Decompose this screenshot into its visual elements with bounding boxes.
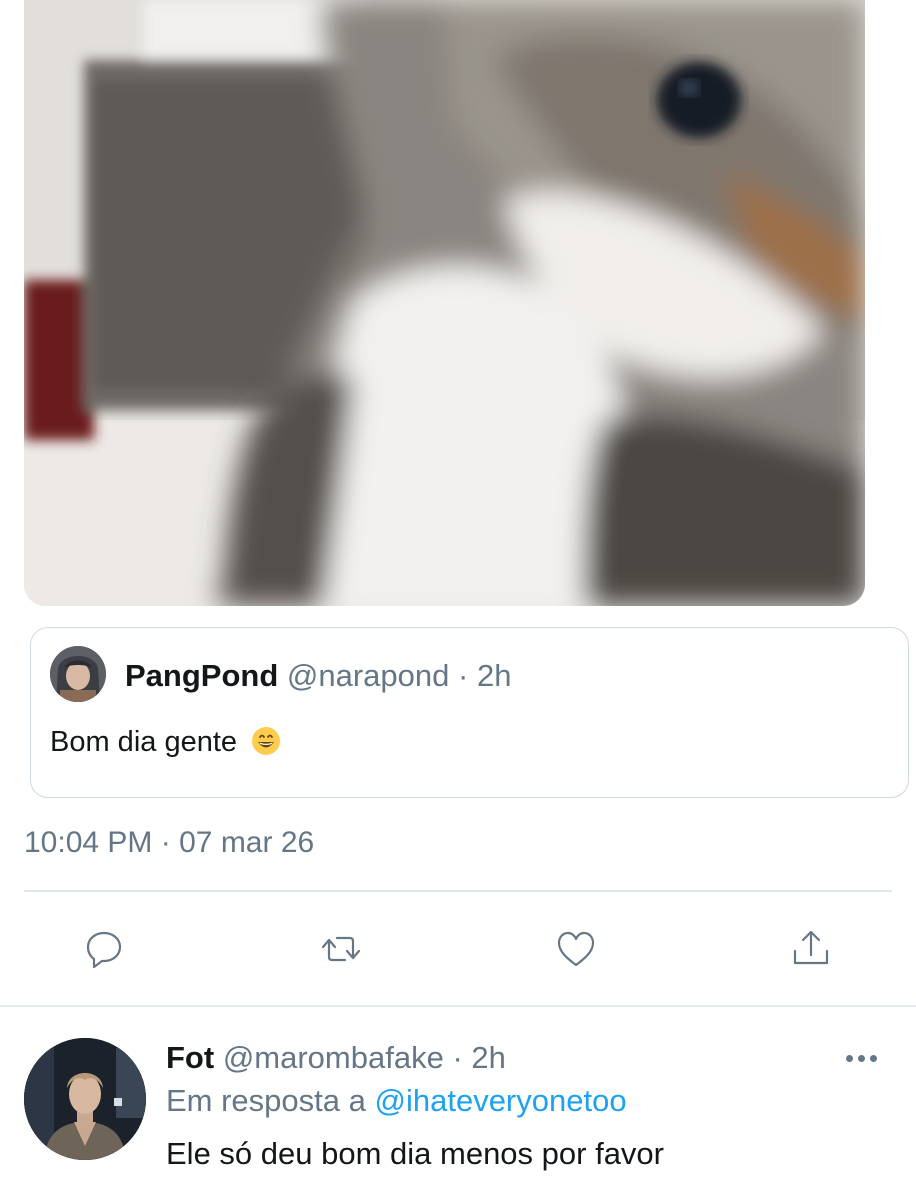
reply-time: 2h xyxy=(471,1040,506,1075)
quoted-time: 2h xyxy=(476,658,512,693)
reply-icon xyxy=(86,931,122,969)
tweet-timestamp[interactable]: 10:04 PM · 07 mar 26 xyxy=(24,826,314,860)
like-button[interactable] xyxy=(552,925,600,973)
share-icon xyxy=(793,930,829,965)
reply-separator: · xyxy=(452,1040,463,1075)
reply-header: Fot @marombafake · 2h xyxy=(166,1040,506,1076)
reply-display-name[interactable]: Fot xyxy=(166,1040,214,1075)
retweet-icon xyxy=(321,936,361,962)
avatar-photo-icon xyxy=(50,646,106,702)
quoted-handle[interactable]: @narapond xyxy=(287,658,449,693)
more-dot-icon xyxy=(846,1054,853,1062)
divider xyxy=(24,890,892,892)
more-dot-icon xyxy=(870,1054,877,1062)
tweet-time: 10:04 PM xyxy=(24,826,153,859)
reply-avatar[interactable] xyxy=(24,1038,146,1160)
cat-photo xyxy=(24,0,865,606)
quoted-tweet-header: PangPond @narapond · 2h xyxy=(125,658,511,694)
more-options-button[interactable] xyxy=(846,1046,886,1070)
quoted-display-name[interactable]: PangPond xyxy=(125,658,278,693)
share-button[interactable] xyxy=(787,925,835,973)
reply-text: Ele só deu bom dia menos por favor xyxy=(166,1136,664,1171)
like-icon xyxy=(557,931,595,967)
replying-to-line: Em resposta a @ihateveryonetoo xyxy=(166,1083,627,1119)
replying-prefix: Em resposta a xyxy=(166,1083,366,1118)
timestamp-separator: · xyxy=(160,826,171,859)
replying-to-mention[interactable]: @ihateveryonetoo xyxy=(375,1083,627,1118)
quoted-text: Bom dia gente xyxy=(50,726,238,758)
retweet-button[interactable] xyxy=(317,925,365,973)
quoted-avatar[interactable] xyxy=(50,646,106,702)
more-dot-icon xyxy=(858,1054,865,1062)
grinning-face-icon xyxy=(252,727,281,755)
quoted-tweet-text: Bom dia gente xyxy=(50,726,281,759)
tweet-date: 07 mar 26 xyxy=(179,826,315,859)
reply-button[interactable] xyxy=(80,925,128,973)
section-separator xyxy=(0,1005,916,1007)
reply-handle[interactable]: @marombafake xyxy=(223,1040,444,1075)
tweet-media-image[interactable] xyxy=(24,0,865,606)
quoted-separator: · xyxy=(458,658,469,693)
quoted-tweet-card[interactable]: PangPond @narapond · 2h Bom dia gente xyxy=(30,627,909,798)
avatar-photo-icon xyxy=(24,1038,146,1160)
